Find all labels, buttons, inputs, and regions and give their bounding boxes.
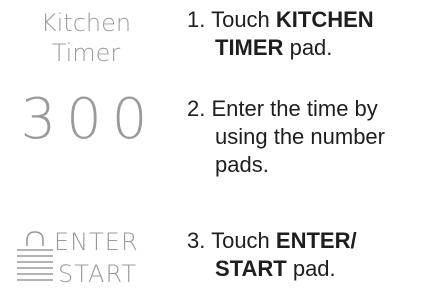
- start-label: START: [58, 260, 138, 288]
- step-text: Touch: [211, 7, 270, 32]
- instruction-step-3: 3. Touch ENTER/ START pad.: [187, 227, 427, 283]
- instruction-step-1: 1. Touch KITCHEN TIMER pad.: [187, 6, 427, 62]
- start-arrow-icon: [17, 231, 53, 281]
- timer-display-digits: 300: [20, 87, 158, 152]
- step-text: pad.: [289, 35, 333, 60]
- step-key-name: START: [215, 256, 287, 281]
- kitchen-timer-line2: Timer: [51, 39, 121, 67]
- step-number: 3.: [187, 228, 206, 253]
- enter-label: ENTER: [54, 228, 139, 256]
- kitchen-timer-line1: Kitchen: [40, 9, 132, 37]
- step-text: Enter the time by: [211, 96, 378, 121]
- step-key-name: ENTER/: [275, 228, 357, 253]
- instruction-step-2: 2. Enter the time by using the number pa…: [187, 95, 427, 179]
- step-number: 2.: [187, 96, 206, 121]
- kitchen-timer-pad-label: Kitchen Timer: [2, 8, 170, 68]
- step-number: 1.: [187, 7, 206, 32]
- step-key-name: TIMER: [215, 35, 284, 60]
- enter-start-pad-label: ENTER START: [14, 224, 174, 288]
- step-text: pad.: [292, 256, 336, 281]
- step-text: Touch: [211, 228, 270, 253]
- step-text: pads.: [215, 152, 269, 177]
- step-key-name: KITCHEN: [275, 7, 374, 32]
- step-text: using the number: [215, 124, 385, 149]
